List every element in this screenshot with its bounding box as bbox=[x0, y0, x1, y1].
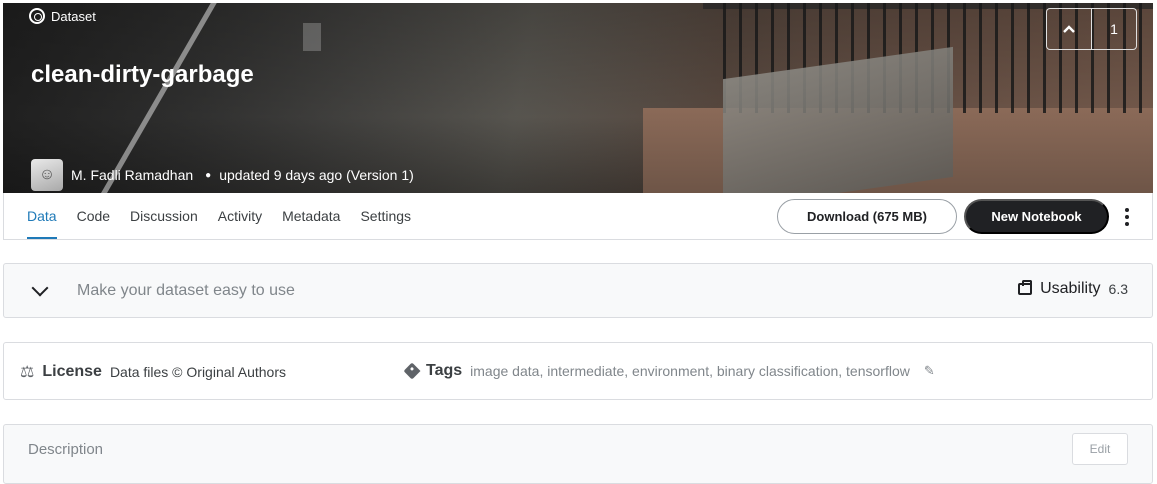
tag-item[interactable]: image data bbox=[470, 363, 539, 379]
tab-metadata[interactable]: Metadata bbox=[282, 193, 340, 239]
usability-label: Usability bbox=[1040, 280, 1101, 297]
edit-description-button[interactable]: Edit bbox=[1072, 433, 1128, 465]
license-value[interactable]: Data files © Original Authors bbox=[110, 364, 286, 380]
tag-item[interactable]: binary classification bbox=[717, 363, 838, 379]
license-label: License bbox=[42, 363, 102, 380]
author-avatar[interactable]: ☺ bbox=[31, 159, 63, 191]
upvote-button[interactable] bbox=[1047, 9, 1092, 49]
upvote-widget: 1 bbox=[1046, 8, 1137, 50]
tab-data[interactable]: Data bbox=[27, 193, 57, 239]
chevron-down-icon[interactable] bbox=[31, 279, 49, 297]
tag-item[interactable]: tensorflow bbox=[846, 363, 910, 379]
separator-dot: ● bbox=[205, 169, 212, 181]
more-options-icon[interactable] bbox=[1119, 205, 1135, 229]
tag-list: image data, intermediate, environment, b… bbox=[470, 363, 910, 379]
chevron-up-icon bbox=[1063, 25, 1075, 33]
author-row: ☺ M. Fadli Ramadhan ● updated 9 days ago… bbox=[31, 159, 414, 191]
license-tags-card: ⚖ License Data files © Original Authors … bbox=[3, 342, 1153, 400]
tab-discussion[interactable]: Discussion bbox=[130, 193, 198, 239]
usability-summary: Usability 6.3 bbox=[1018, 280, 1128, 298]
dataset-kind-text: Dataset bbox=[51, 8, 96, 24]
updated-text: updated 9 days ago (Version 1) bbox=[219, 167, 414, 183]
dataset-icon bbox=[29, 8, 45, 24]
dataset-header-banner: Dataset clean-dirty-garbage ☺ M. Fadli R… bbox=[3, 3, 1153, 193]
upvote-count[interactable]: 1 bbox=[1092, 9, 1136, 49]
dataset-kind-label: Dataset bbox=[29, 8, 96, 24]
road-marking bbox=[303, 23, 321, 51]
tag-item[interactable]: environment bbox=[632, 363, 709, 379]
license-section: ⚖ License Data files © Original Authors bbox=[20, 362, 286, 382]
tags-section: Tags image data, intermediate, environme… bbox=[403, 362, 935, 380]
download-button[interactable]: Download (675 MB) bbox=[777, 199, 957, 234]
usability-panel[interactable]: Make your dataset easy to use Usability … bbox=[3, 263, 1153, 318]
briefcase-icon bbox=[1018, 280, 1033, 295]
usability-prompt: Make your dataset easy to use bbox=[77, 282, 295, 299]
dataset-title: clean-dirty-garbage bbox=[31, 61, 254, 88]
pencil-icon[interactable]: ✎ bbox=[924, 363, 935, 379]
description-label: Description bbox=[28, 441, 104, 458]
usability-score: 6.3 bbox=[1108, 281, 1128, 297]
tag-item[interactable]: intermediate bbox=[547, 363, 624, 379]
author-name[interactable]: M. Fadli Ramadhan bbox=[71, 167, 193, 183]
scale-icon: ⚖ bbox=[20, 364, 35, 381]
new-notebook-button[interactable]: New Notebook bbox=[964, 199, 1109, 234]
tags-label: Tags bbox=[426, 362, 463, 379]
tab-list: Data Code Discussion Activity Metadata S… bbox=[27, 193, 411, 239]
tab-activity[interactable]: Activity bbox=[218, 193, 262, 239]
tab-code[interactable]: Code bbox=[77, 193, 110, 239]
tag-icon bbox=[403, 362, 421, 380]
tab-settings[interactable]: Settings bbox=[360, 193, 411, 239]
dataset-tab-bar: Data Code Discussion Activity Metadata S… bbox=[3, 193, 1153, 240]
description-card: Description Edit bbox=[3, 424, 1153, 484]
